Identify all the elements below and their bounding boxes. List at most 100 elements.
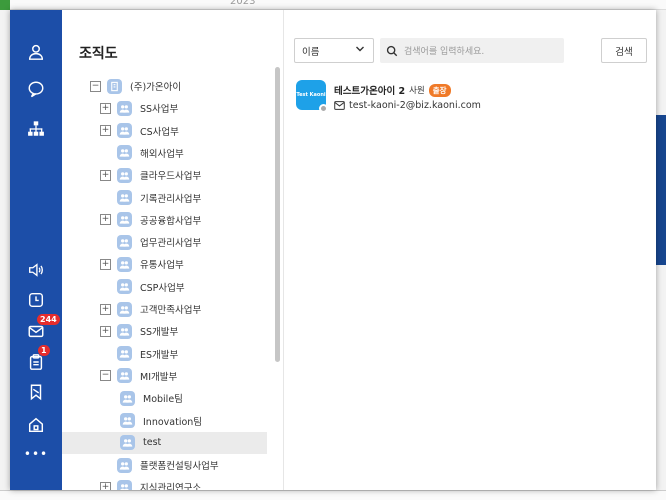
tree-node[interactable]: Innovation팀 — [120, 410, 202, 432]
clock-nav-button[interactable] — [23, 288, 49, 312]
tree-node[interactable]: + 클라우드사업부 — [100, 164, 201, 186]
status-badge: 출장 — [428, 83, 451, 97]
collapse-toggle[interactable]: − — [100, 370, 111, 382]
home-icon — [28, 417, 44, 433]
tree-node-label: Mobile팀 — [143, 394, 183, 406]
department-group-icon — [117, 100, 132, 116]
nav-rail: 244 1 ••• — [10, 10, 62, 490]
department-group-icon — [117, 234, 132, 250]
clock-icon — [28, 292, 44, 308]
collapse-toggle[interactable]: − — [90, 80, 101, 92]
background-app-header: 2023 — [0, 0, 666, 10]
tree-node[interactable]: CSP사업부 — [100, 276, 185, 298]
tree-node-label: 플랫폼컨설팅사업부 — [140, 461, 219, 473]
department-group-icon — [117, 167, 132, 183]
background-year-text: 2023 — [230, 0, 256, 7]
expand-toggle[interactable]: + — [100, 303, 111, 315]
tree-node[interactable]: + SS개발부 — [100, 320, 178, 342]
department-group-icon — [117, 256, 132, 272]
expand-toggle[interactable]: + — [100, 481, 111, 490]
tree-node-label: 기록관리사업부 — [140, 193, 202, 205]
tree-node-label: ES개발부 — [140, 349, 179, 361]
department-group-icon — [117, 212, 132, 228]
tree-node[interactable]: + 지식관리연구소 — [100, 476, 201, 490]
tree-node-label: 고객만족사업부 — [140, 305, 202, 316]
tree-node-label: CS사업부 — [140, 126, 179, 138]
expand-toggle[interactable]: + — [100, 258, 111, 270]
bookmark-nav-button[interactable] — [23, 380, 49, 404]
mail-nav-button[interactable]: 244 — [23, 314, 60, 343]
department-group-icon — [117, 479, 132, 490]
member-role: 사원 — [409, 86, 425, 96]
more-nav-button[interactable]: ••• — [23, 442, 49, 466]
expand-toggle[interactable]: + — [100, 325, 111, 337]
search-placeholder: 검색어를 입력하세요. — [404, 47, 485, 57]
tree-node[interactable]: 기록관리사업부 — [100, 187, 201, 209]
search-field-select[interactable]: 이름 — [294, 38, 374, 63]
tree-node-label: 유통사업부 — [140, 260, 184, 272]
department-group-icon — [117, 368, 132, 384]
bookmark-icon — [30, 384, 42, 401]
org-chart-nav-button[interactable] — [23, 117, 49, 141]
announcement-nav-button[interactable] — [23, 258, 49, 282]
background-app-edge — [655, 115, 666, 265]
tree-node[interactable]: + SS사업부 — [100, 97, 178, 119]
expand-toggle[interactable]: + — [100, 102, 111, 114]
tree-node[interactable]: + CS사업부 — [100, 120, 179, 142]
home-nav-button[interactable] — [23, 413, 49, 437]
profile-nav-button[interactable] — [23, 40, 49, 64]
department-group-icon — [117, 145, 132, 161]
member-card[interactable]: Test Kaoni 테스트가온아이 2 사원 출장 test-kaoni-2@… — [296, 80, 646, 120]
member-name: 테스트가온아이 2 — [334, 86, 406, 97]
search-button[interactable]: 검색 — [601, 38, 647, 63]
member-email-row[interactable]: test-kaoni-2@biz.kaoni.com — [334, 100, 481, 111]
tree-node-label: 해외사업부 — [140, 148, 184, 160]
org-tree-panel: 조직도 − (주)가온아이 + SS사업부 + CS사업부해외사업부 + 클라우드사업부기록관… — [62, 10, 284, 490]
mail-unread-badge: 244 — [37, 314, 60, 325]
tree-node[interactable]: − (주)가온아이 — [90, 75, 181, 97]
tree-node-label: 지식관리연구소 — [140, 483, 202, 490]
tree-node-label: 업무관리사업부 — [140, 238, 202, 250]
tree-node[interactable]: 플랫폼컨설팅사업부 — [100, 454, 219, 476]
org-chart-icon — [28, 121, 44, 136]
approval-nav-button[interactable]: 1 — [23, 345, 50, 374]
tree-node[interactable]: + 고객만족사업부 — [100, 298, 201, 320]
chat-nav-button[interactable] — [23, 77, 49, 101]
panel-title: 조직도 — [79, 46, 118, 62]
department-group-icon — [117, 279, 132, 295]
department-group-icon — [117, 346, 132, 362]
tree-node-label: Innovation팀 — [143, 416, 203, 428]
department-group-icon — [117, 190, 132, 205]
search-icon — [386, 45, 398, 56]
expand-toggle[interactable]: + — [100, 169, 111, 181]
tree-node[interactable]: ES개발부 — [100, 343, 178, 365]
member-name-row: 테스트가온아이 2 사원 출장 — [334, 83, 451, 97]
department-group-icon — [117, 457, 132, 473]
tree-node[interactable]: 업무관리사업부 — [100, 231, 201, 253]
search-result-panel: 이름 검색어를 입력하세요. 검색 Test Kaoni 테스트가온아이 2 사… — [284, 10, 656, 490]
department-group-icon — [117, 301, 132, 317]
tree-node[interactable]: − MI개발부 — [100, 365, 177, 387]
tree-node-label: SS개발부 — [140, 327, 179, 339]
department-group-icon — [120, 390, 135, 406]
tree-node[interactable]: + 공공융합사업부 — [100, 209, 201, 231]
expand-toggle[interactable]: + — [100, 125, 111, 137]
tree-node[interactable]: 해외사업부 — [100, 142, 184, 164]
tree-node[interactable]: Mobile팀 — [120, 387, 183, 409]
expand-toggle[interactable]: + — [100, 214, 111, 226]
chat-bubble-icon — [28, 81, 44, 98]
person-icon — [28, 44, 44, 60]
approval-badge: 1 — [38, 345, 50, 356]
tree-node-label: MI개발부 — [140, 371, 178, 383]
tree-node[interactable]: test — [62, 431, 267, 454]
tree-node[interactable]: + 유통사업부 — [100, 253, 184, 275]
speaker-icon — [29, 263, 43, 277]
department-group-icon — [117, 323, 132, 339]
chevron-down-icon — [355, 44, 365, 57]
member-email: test-kaoni-2@biz.kaoni.com — [349, 100, 481, 111]
search-input[interactable]: 검색어를 입력하세요. — [380, 38, 564, 63]
department-group-icon — [117, 123, 132, 139]
tree-node-label: CSP사업부 — [140, 282, 185, 294]
tree-node-label: SS사업부 — [140, 104, 179, 116]
tree-scrollbar[interactable] — [275, 67, 280, 362]
